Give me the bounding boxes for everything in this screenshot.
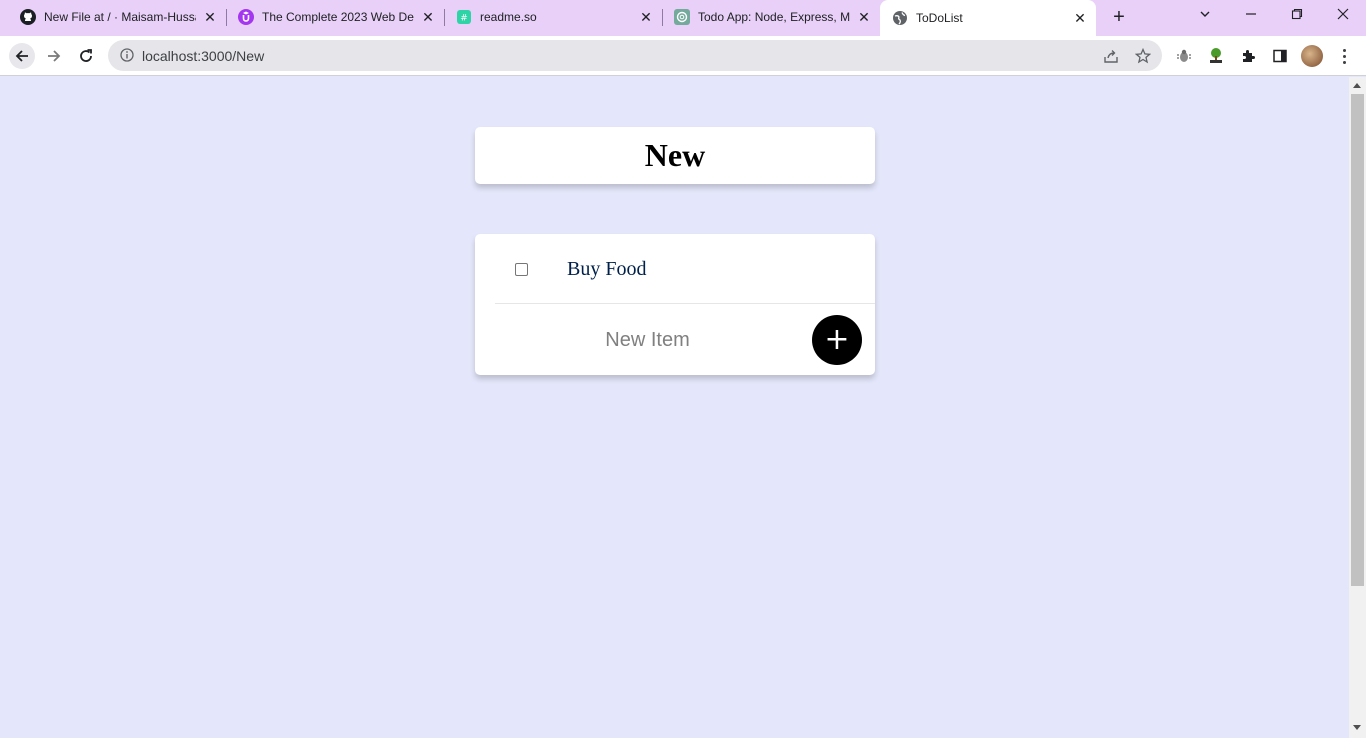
close-icon[interactable]: ✕: [638, 9, 654, 25]
tab-todo-app[interactable]: Todo App: Node, Express, Mo ✕: [666, 0, 878, 34]
close-icon[interactable]: ✕: [202, 9, 218, 25]
new-item-input[interactable]: [495, 305, 800, 375]
tab-readme[interactable]: # readme.so ✕: [448, 0, 660, 34]
share-icon[interactable]: [1101, 46, 1121, 66]
scroll-up-icon[interactable]: [1353, 83, 1361, 88]
tab-title: Todo App: Node, Express, Mo: [698, 10, 850, 24]
chatgpt-icon: [674, 9, 690, 25]
tab-separator: [226, 9, 227, 26]
close-icon[interactable]: ✕: [1072, 10, 1088, 26]
profile-avatar[interactable]: [1301, 45, 1323, 67]
star-icon[interactable]: [1133, 46, 1153, 66]
add-item-button[interactable]: +: [812, 315, 862, 365]
url-text: localhost:3000/New: [142, 48, 265, 64]
reload-icon: [80, 49, 92, 62]
window-close-icon[interactable]: [1329, 4, 1357, 26]
list-item: Buy Food: [495, 234, 875, 304]
page-scrollbar[interactable]: [1349, 77, 1366, 738]
back-button[interactable]: [9, 43, 35, 69]
tab-search-chevron-icon[interactable]: [1191, 4, 1219, 26]
tab-github[interactable]: New File at / · Maisam-Hussa ✕: [12, 0, 224, 34]
forward-button[interactable]: [41, 43, 67, 69]
tab-udemy[interactable]: The Complete 2023 Web Dev ✕: [230, 0, 442, 34]
restore-icon[interactable]: [1283, 4, 1311, 26]
item-checkbox[interactable]: [515, 263, 528, 276]
close-icon[interactable]: ✕: [856, 9, 872, 25]
tab-todolist[interactable]: ToDoList ✕: [880, 0, 1096, 36]
close-icon[interactable]: ✕: [420, 9, 436, 25]
item-text: Buy Food: [567, 258, 647, 280]
udemy-icon: [238, 9, 254, 25]
tab-strip: New File at / · Maisam-Hussa ✕ The Compl…: [0, 0, 1366, 36]
github-icon: [20, 9, 36, 25]
reload-button[interactable]: [73, 43, 99, 69]
scroll-down-icon[interactable]: [1353, 725, 1361, 730]
tree-extension-icon[interactable]: [1206, 46, 1226, 66]
scrollbar-thumb[interactable]: [1351, 94, 1364, 586]
tab-separator: [444, 9, 445, 26]
tab-title: ToDoList: [916, 11, 963, 25]
address-bar[interactable]: localhost:3000/New: [108, 40, 1162, 71]
arrow-left-icon: [15, 50, 28, 62]
puzzle-extensions-icon[interactable]: [1238, 46, 1258, 66]
tab-title: The Complete 2023 Web Dev: [262, 10, 414, 24]
browser-toolbar: localhost:3000/New: [0, 36, 1366, 76]
svg-text:#: #: [460, 14, 468, 24]
globe-icon: [892, 10, 908, 26]
list-title: New: [644, 137, 706, 173]
new-tab-button[interactable]: +: [1108, 6, 1130, 28]
arrow-right-icon: [48, 50, 61, 62]
side-panel-icon[interactable]: [1270, 46, 1290, 66]
todo-list-box: Buy Food +: [475, 234, 875, 375]
kebab-menu-icon[interactable]: [1338, 46, 1350, 66]
minimize-icon[interactable]: [1237, 4, 1265, 26]
readme-icon: #: [456, 9, 472, 25]
list-heading-box: New: [475, 127, 875, 184]
bug-extension-icon[interactable]: [1174, 46, 1194, 66]
tab-title: New File at / · Maisam-Hussa: [44, 10, 196, 24]
tab-title: readme.so: [480, 10, 537, 24]
tab-separator: [662, 9, 663, 26]
info-icon[interactable]: [120, 48, 134, 67]
